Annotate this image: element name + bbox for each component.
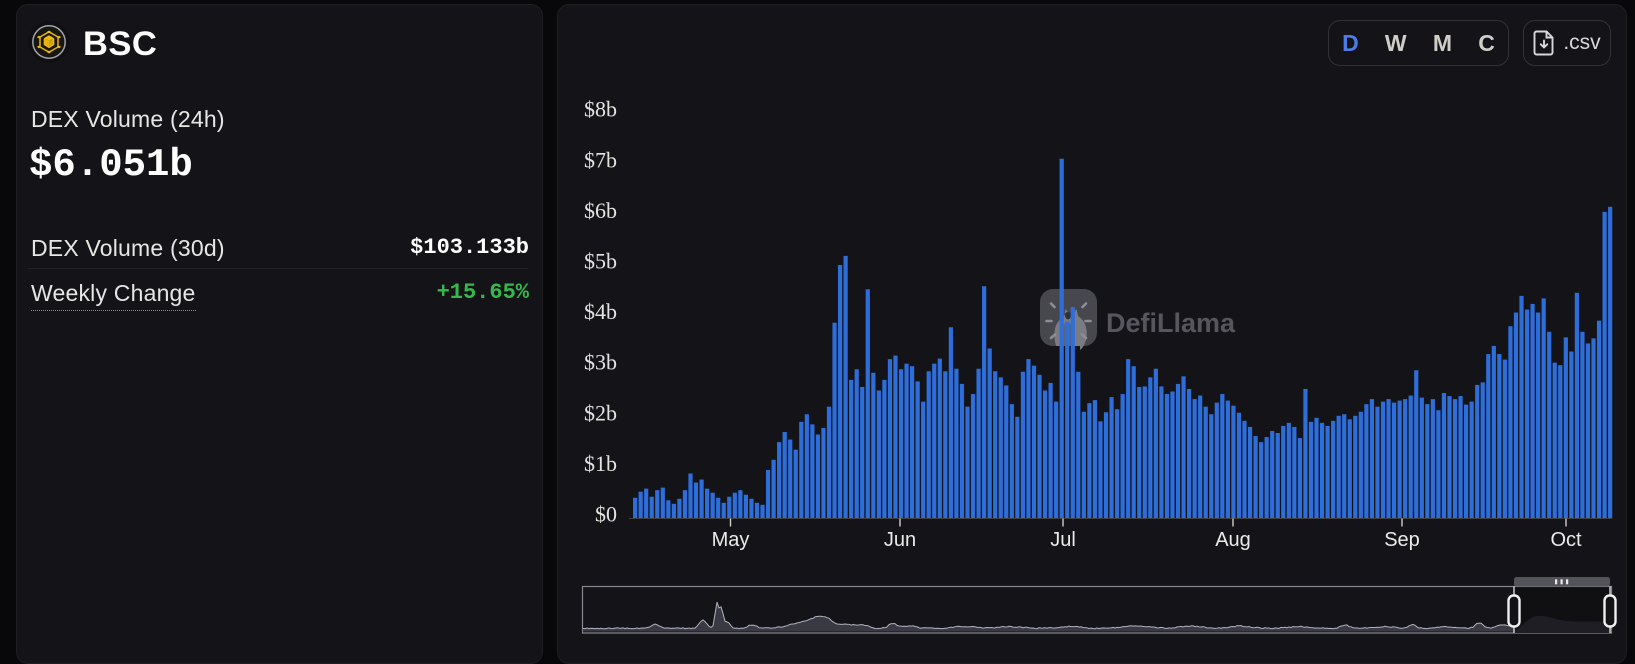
svg-text:Jun: Jun	[884, 529, 916, 551]
svg-text:$0: $0	[595, 502, 617, 527]
svg-text:May: May	[712, 529, 750, 551]
svg-text:$5b: $5b	[584, 249, 617, 274]
svg-text:$4b: $4b	[584, 299, 617, 324]
svg-text:Sep: Sep	[1384, 529, 1420, 551]
svg-text:$6b: $6b	[584, 198, 617, 223]
svg-text:Oct: Oct	[1550, 529, 1582, 551]
svg-text:$3b: $3b	[584, 350, 617, 375]
svg-text:$8b: $8b	[584, 97, 617, 122]
svg-text:$2b: $2b	[584, 400, 617, 425]
svg-text:DefiLlama: DefiLlama	[1106, 308, 1236, 338]
svg-text:Aug: Aug	[1215, 529, 1251, 551]
svg-text:$7b: $7b	[584, 147, 617, 172]
svg-text:$1b: $1b	[584, 451, 617, 476]
svg-text:Jul: Jul	[1050, 529, 1076, 551]
